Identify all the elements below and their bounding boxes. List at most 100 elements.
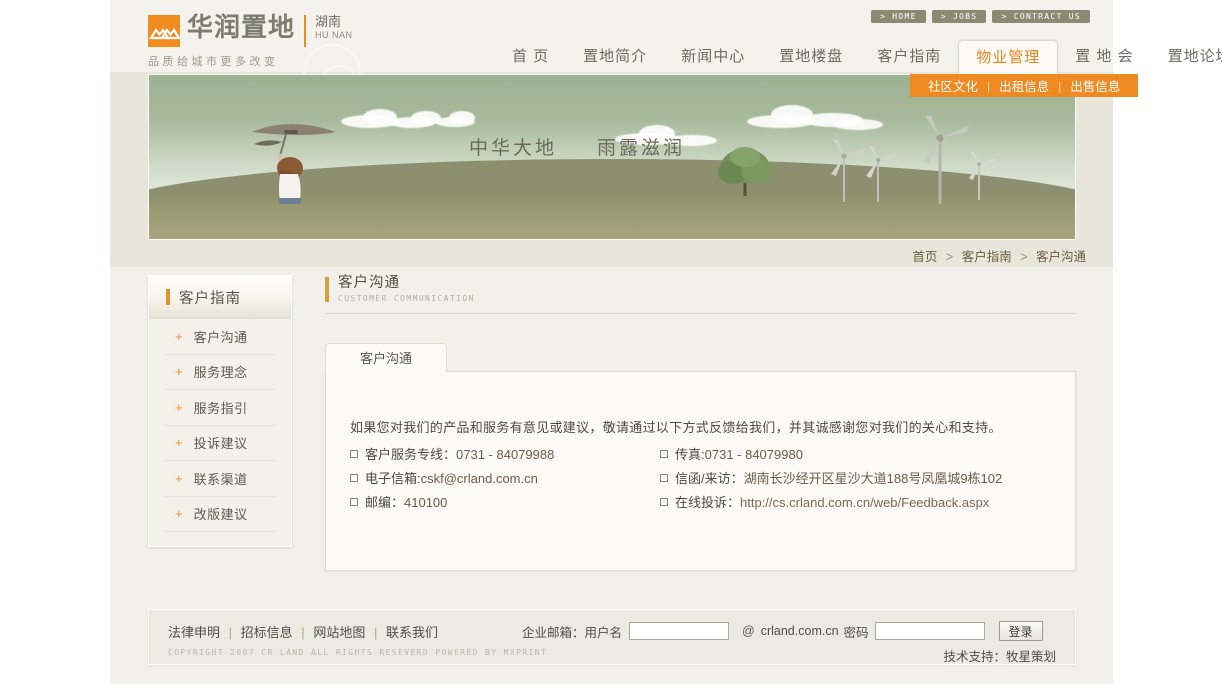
breadcrumb-separator: > [946,250,953,264]
region-name-en: HU NAN [315,29,353,41]
contact-fax: 传真: 0731 - 84079980 [660,443,1051,467]
nav-item-property-management[interactable]: 物业管理 [958,40,1058,74]
sidebar: 客户指南 + 客户沟通 + 服务理念 + 服务指引 + 投诉建议 + 联系渠道 [148,275,292,547]
bullet-icon: + [175,507,183,520]
mailbox-username-input[interactable] [629,622,729,640]
footer-link-separator: | [374,625,377,640]
contact-label: 在线投诉： [675,491,740,515]
brand-slogan: 品质给城市更多改变 [148,53,353,69]
contact-address: 信函/来访： 湖南长沙经开区星沙大道188号凤凰城9栋102 [660,467,1051,491]
home-button[interactable]: > HOME [871,10,926,23]
checkbox-marker-icon [350,450,358,458]
sidebar-item-customer-communication[interactable]: + 客户沟通 [163,319,277,355]
contact-email: 电子信箱: cskf@crland.com.cn [350,467,660,491]
subnav-item-community-culture[interactable]: 社区文化 [921,76,985,95]
breadcrumb-item-customer-guide[interactable]: 客户指南 [962,250,1012,264]
bullet-icon: + [175,436,183,449]
contact-label: 传真: [675,443,705,467]
breadcrumb-separator: > [1020,250,1027,264]
login-button[interactable]: 登录 [999,621,1043,641]
contact-value: 湖南长沙经开区星沙大道188号凤凰城9栋102 [744,467,1003,491]
copyright-text: COPYRIGHT 2007 CR LAND ALL RIGHTS RESEVE… [168,648,547,657]
footer-link-group: 法律申明 | 招标信息 | 网站地图 | 联系我们 [168,622,438,641]
subnav-separator: | [1056,79,1063,93]
sidebar-item-contact-channels[interactable]: + 联系渠道 [163,461,277,497]
mailbox-password-label: 密码 [844,622,869,641]
sidebar-item-service-guide[interactable]: + 服务指引 [163,390,277,426]
banner-slogan: 中华大地 雨露滋润 [469,133,725,160]
header-band: 华润置地 湖南 HU NAN 品质给城市更多改变 > HOME > JOBS >… [110,0,1113,267]
brand-name: 华润置地 [187,12,295,44]
nav-item-club[interactable]: 置 地 会 [1058,40,1150,74]
nav-item-about[interactable]: 置地简介 [566,40,664,74]
footer-link-sitemap[interactable]: 网站地图 [313,625,365,640]
page-container: 华润置地 湖南 HU NAN 品质给城市更多改变 > HOME > JOBS >… [110,0,1113,684]
tab-customer-communication[interactable]: 客户沟通 [325,343,447,372]
mailbox-domain: crland.com.cn [761,624,839,638]
mailbox-label: 企业邮箱：用户名 [522,622,622,641]
region-name-cn: 湖南 [315,14,353,29]
contact-service-hotline: 客户服务专线： 0731 - 84079988 [350,443,660,467]
checkbox-marker-icon [350,498,358,506]
bullet-icon: + [175,330,183,343]
contact-value: 0731 - 84079988 [456,443,554,467]
contact-us-button[interactable]: > CONTRACT US [992,10,1090,23]
sidebar-item-complaints[interactable]: + 投诉建议 [163,426,277,462]
subnav-separator: | [985,79,992,93]
bullet-icon: + [175,472,183,485]
page-title: 客户沟通 [338,275,475,292]
footer-link-contact[interactable]: 联系我们 [386,625,438,640]
breadcrumb-item-current[interactable]: 客户沟通 [1036,250,1086,264]
nav-item-customer-guide[interactable]: 客户指南 [860,40,958,74]
contact-value-link[interactable]: http://cs.crland.com.cn/web/Feedback.asp… [740,491,989,515]
nav-item-forum[interactable]: 置地论坛 [1151,40,1222,74]
wind-turbine-icon [961,152,997,205]
girl-with-glider-illustration [244,94,364,209]
contact-label: 电子信箱: [365,467,421,491]
footer-link-legal[interactable]: 法律申明 [168,625,220,640]
nav-item-home[interactable]: 首 页 [495,40,566,74]
sidebar-item-label: 服务指引 [194,398,248,417]
nav-item-news[interactable]: 新闻中心 [664,40,762,74]
checkbox-marker-icon [660,474,668,482]
technical-support-text: 技术支持：牧星策划 [943,646,1056,665]
hero-banner: 中华大地 雨露滋润 [148,74,1076,240]
footer-link-tender[interactable]: 招标信息 [241,625,293,640]
page-subtitle: CUSTOMER COMMUNICATION [338,293,475,304]
checkbox-marker-icon [350,474,358,482]
footer: 法律申明 | 招标信息 | 网站地图 | 联系我们 COPYRIGHT 2007… [148,609,1076,665]
intro-text: 如果您对我们的产品和服务有意见或建议，敬请通过以下方式反馈给我们，并其诚感谢您对… [350,416,1051,440]
subnav-item-sale-info[interactable]: 出售信息 [1063,76,1127,95]
subnav-item-rental-info[interactable]: 出租信息 [992,76,1056,95]
contact-postcode: 邮编： 410100 [350,491,660,515]
content-panel: 如果您对我们的产品和服务有意见或建议，敬请通过以下方式反馈给我们，并其诚感谢您对… [325,371,1076,571]
banner-slogan-line2: 雨露滋润 [597,137,685,159]
logo[interactable]: 华润置地 湖南 HU NAN 品质给城市更多改变 [148,12,353,69]
mailbox-password-input[interactable] [875,622,985,640]
contact-label: 客户服务专线： [365,443,456,467]
contact-value: 410100 [404,491,447,515]
contact-label: 邮编： [365,491,404,515]
bullet-icon: + [175,401,183,414]
contact-grid: 客户服务专线： 0731 - 84079988 传真: 0731 - 84079… [350,443,1051,515]
banner-slogan-line1: 中华大地 [469,137,557,159]
main-navigation: 首 页 置地简介 新闻中心 置地楼盘 客户指南 物业管理 置 地 会 置地论坛 [495,40,1222,74]
sidebar-item-revision-suggestions[interactable]: + 改版建议 [163,497,277,533]
breadcrumb-item-home[interactable]: 首页 [912,250,937,264]
mountain-logo-icon [148,15,180,47]
wind-turbine-icon [857,146,899,207]
corporate-mailbox-login: 企业邮箱：用户名 @ crland.com.cn 密码 登录 [522,621,1043,641]
jobs-button[interactable]: > JOBS [932,10,987,23]
sidebar-header: 客户指南 [149,276,291,319]
at-symbol-icon: @ [742,624,755,638]
sidebar-item-label: 联系渠道 [194,469,248,488]
sidebar-item-service-philosophy[interactable]: + 服务理念 [163,355,277,391]
sidebar-item-label: 服务理念 [194,362,248,381]
sidebar-item-label: 客户沟通 [194,327,248,346]
nav-item-properties[interactable]: 置地楼盘 [762,40,860,74]
contact-value[interactable]: cskf@crland.com.cn [421,467,538,491]
logo-divider [304,15,306,47]
content-header: 客户沟通 CUSTOMER COMMUNICATION [325,275,1076,314]
cloud-icon [449,111,475,124]
footer-link-separator: | [301,625,304,640]
